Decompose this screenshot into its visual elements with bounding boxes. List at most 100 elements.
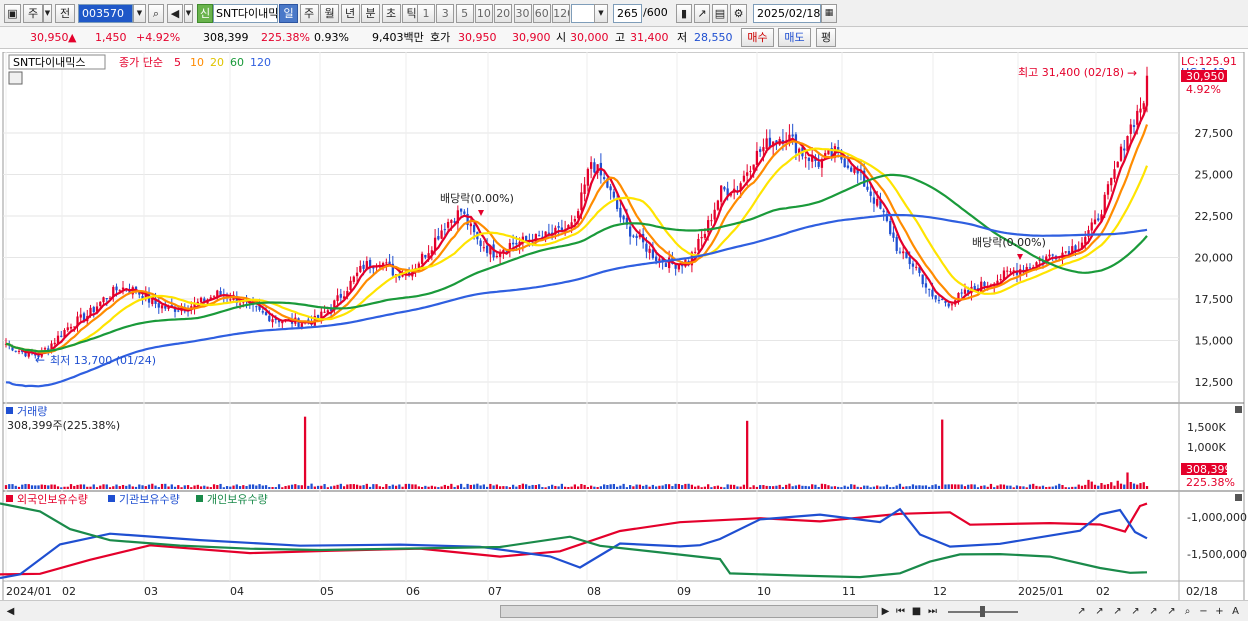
- draw-tool-3-icon[interactable]: ↗: [1110, 604, 1125, 619]
- candle-body: [479, 240, 482, 247]
- volume-bar: [248, 484, 251, 489]
- trendline-icon[interactable]: ↗: [694, 4, 710, 23]
- volume-bar: [1035, 485, 1038, 489]
- candle-body: [759, 149, 762, 152]
- table-icon[interactable]: [8, 71, 23, 85]
- volume-bar: [268, 486, 271, 489]
- volume-bar: [21, 484, 24, 489]
- period-button-1[interactable]: 주: [299, 4, 319, 23]
- volume-bar: [589, 485, 593, 489]
- gear-icon[interactable]: ⚙: [730, 4, 747, 23]
- volume-bar: [274, 487, 277, 489]
- calendar-icon[interactable]: ▦: [821, 4, 837, 23]
- first-page-icon[interactable]: ⏮: [893, 604, 908, 619]
- zoom-in-icon[interactable]: +: [1212, 604, 1227, 619]
- stock-chart[interactable]: SNT다이내믹스 종가 단순 5 10 20 60 120 LC:125.91 …: [0, 52, 1248, 601]
- bar-chart-icon[interactable]: ▮: [676, 4, 692, 23]
- search-icon[interactable]: ⌕: [148, 4, 164, 23]
- window-icon[interactable]: ▣: [4, 4, 21, 23]
- period-button-5[interactable]: 초: [381, 4, 401, 23]
- volume-bar: [157, 487, 160, 489]
- interval-button-20[interactable]: 20: [494, 4, 513, 23]
- interval-button-120[interactable]: 120: [552, 4, 571, 23]
- volume-bar: [586, 487, 590, 489]
- candle-body: [697, 238, 700, 251]
- candle-body: [960, 292, 963, 294]
- flat-button[interactable]: 평: [816, 28, 836, 47]
- dividend-annotation-2: 배당락(0.00%): [972, 236, 1046, 249]
- draw-tool-2-icon[interactable]: ↗: [1092, 604, 1107, 619]
- volume-bar: [1136, 484, 1139, 489]
- interval-button-5[interactable]: 5: [455, 4, 474, 23]
- volume-bar: [37, 485, 40, 489]
- volume-bar: [941, 419, 944, 489]
- volume-bar: [323, 484, 326, 489]
- volume-bar: [996, 485, 999, 489]
- sound-dropdown-icon[interactable]: ▼: [184, 4, 193, 23]
- draw-tool-4-icon[interactable]: ↗: [1128, 604, 1143, 619]
- volume-bar: [726, 484, 729, 489]
- interval-button-60[interactable]: 60: [532, 4, 551, 23]
- volume-value: 308,399: [203, 31, 249, 44]
- draw-tool-5-icon[interactable]: ↗: [1146, 604, 1161, 619]
- interval-button-3[interactable]: 3: [436, 4, 455, 23]
- draw-tool-1-icon[interactable]: ↗: [1074, 604, 1089, 619]
- last-page-icon[interactable]: ⏭: [925, 604, 940, 619]
- volume-bar: [515, 486, 518, 489]
- scrollbar-thumb[interactable]: [500, 605, 878, 618]
- volume-bar: [73, 485, 76, 489]
- zoom-out-icon[interactable]: −: [1196, 604, 1211, 619]
- volume-bar: [1074, 486, 1077, 489]
- volume-bar: [326, 487, 329, 489]
- interval-button-30[interactable]: 30: [513, 4, 532, 23]
- sell-button[interactable]: 매도: [778, 28, 811, 47]
- stop-icon[interactable]: ■: [909, 604, 924, 619]
- save-icon[interactable]: ▤: [712, 4, 728, 23]
- volume-bar: [469, 484, 472, 489]
- prev-button[interactable]: 전: [55, 4, 75, 23]
- individual-legend-icon: [196, 495, 203, 502]
- interval-dropdown-icon[interactable]: ▼: [594, 4, 608, 23]
- volume-bar: [632, 486, 635, 489]
- period-button-0[interactable]: 일: [279, 4, 298, 23]
- stock-name-field[interactable]: SNT다이내믹스: [213, 4, 278, 23]
- buy-button[interactable]: 매수: [741, 28, 774, 47]
- candle-body: [902, 251, 905, 254]
- code-dropdown-icon[interactable]: ▼: [133, 4, 146, 23]
- interval-button-1[interactable]: 1: [417, 4, 435, 23]
- volume-bar: [817, 486, 820, 489]
- period-button-3[interactable]: 년: [340, 4, 360, 23]
- interval-button-10[interactable]: 10: [474, 4, 493, 23]
- volume-bar: [154, 485, 157, 489]
- speaker-icon[interactable]: ◀: [167, 4, 183, 23]
- candle-body: [794, 134, 798, 153]
- draw-tool-6-icon[interactable]: ↗: [1164, 604, 1179, 619]
- date-field[interactable]: 2025/02/18: [753, 4, 821, 23]
- volume-ratio: 225.38%: [261, 31, 310, 44]
- font-size-icon[interactable]: A: [1228, 604, 1243, 619]
- volume-close-icon[interactable]: [1235, 406, 1242, 413]
- x-label-3: 04: [230, 585, 244, 598]
- holding-close-icon[interactable]: [1235, 494, 1242, 501]
- period-button-2[interactable]: 월: [320, 4, 339, 23]
- volume-bar: [232, 485, 235, 489]
- candle-body: [915, 266, 918, 268]
- zoom-search-icon[interactable]: ⌕: [1180, 604, 1195, 619]
- volume-bar: [983, 485, 986, 489]
- volume-bar: [456, 485, 459, 489]
- candle-body: [66, 327, 69, 331]
- scroll-left-icon[interactable]: ◀: [3, 604, 18, 619]
- volume-bar: [924, 485, 928, 489]
- scroll-right-icon[interactable]: ▶: [878, 604, 893, 619]
- stock-code-input[interactable]: 003570: [78, 4, 133, 23]
- bar-count-field[interactable]: 265: [613, 4, 642, 23]
- volume-bar: [1064, 487, 1067, 489]
- period-main-button[interactable]: 주: [23, 4, 43, 23]
- period-dropdown-icon[interactable]: ▼: [43, 4, 52, 23]
- candle-body: [921, 274, 924, 285]
- volume-bar: [1058, 483, 1061, 489]
- period-button-4[interactable]: 분: [361, 4, 380, 23]
- volume-bar: [1080, 485, 1084, 489]
- candle-body: [268, 315, 271, 322]
- zoom-slider-handle[interactable]: [980, 606, 985, 617]
